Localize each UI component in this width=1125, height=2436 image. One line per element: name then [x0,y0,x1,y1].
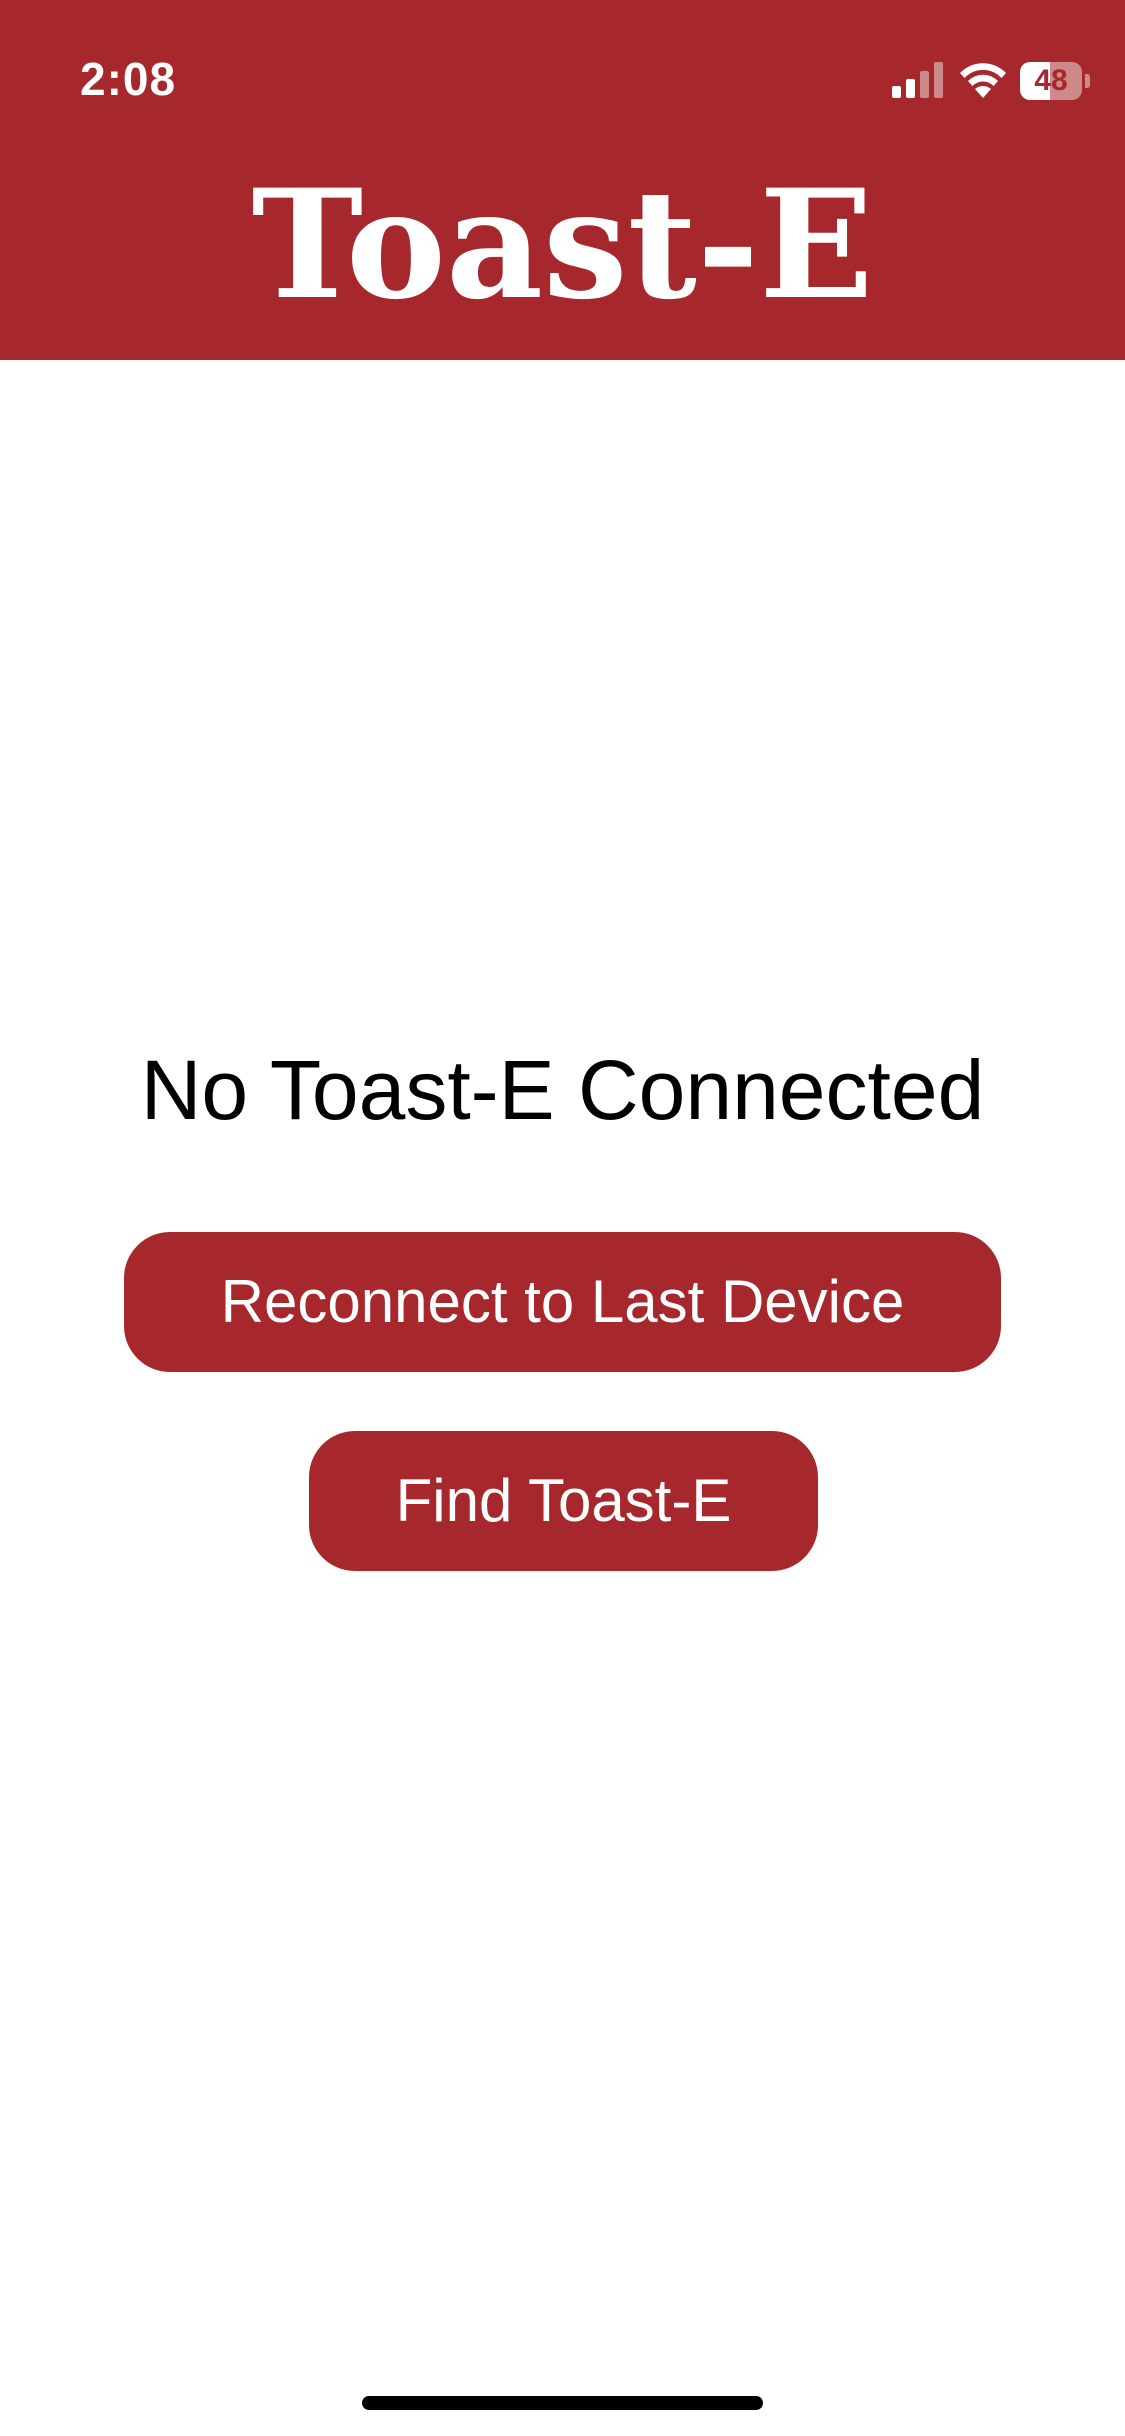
app-screen: 2:08 48 Toast-E No Toast-E Connected Rec… [0,0,1125,2436]
connection-status-text: No Toast-E Connected [140,1043,985,1137]
reconnect-button[interactable]: Reconnect to Last Device [124,1232,1001,1372]
battery-level: 48 [1034,64,1068,97]
app-title: Toast-E [251,157,874,333]
battery-icon: 48 [1020,62,1090,100]
cellular-signal-icon [892,62,943,98]
wifi-icon [960,63,1006,98]
battery-body: 48 [1020,62,1082,100]
home-indicator[interactable] [362,2396,763,2410]
status-time: 2:08 [80,53,177,105]
find-device-button[interactable]: Find Toast-E [309,1431,818,1571]
battery-tip [1085,74,1090,88]
app-header: 2:08 48 Toast-E [0,0,1125,360]
